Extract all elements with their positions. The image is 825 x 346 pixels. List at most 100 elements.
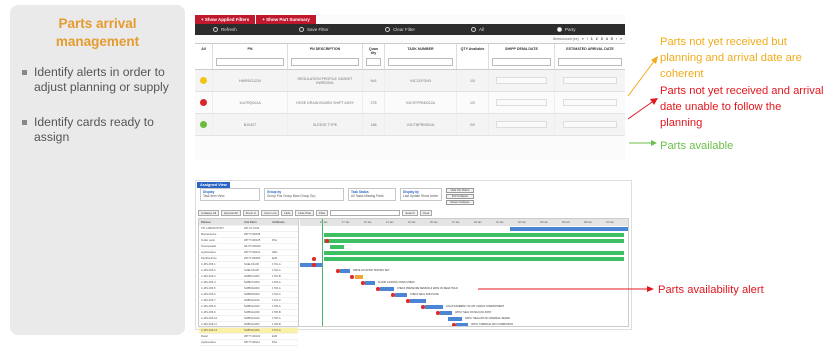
gantt-bar[interactable]: [448, 317, 462, 321]
date-field[interactable]: [562, 99, 618, 106]
date-field[interactable]: [496, 121, 547, 128]
alert-dot-icon[interactable]: [391, 293, 395, 297]
gantt-bar[interactable]: [510, 227, 628, 231]
search-button[interactable]: Search: [402, 210, 418, 216]
table-row[interactable]: 1147RQ001A HOSE DRAIN BOARD SHIPT ASSY 2…: [195, 92, 625, 114]
tab-show-part-summary[interactable]: + Show Part Summary: [256, 15, 316, 24]
option-group-display-by[interactable]: Display by Last Update Show Arrive: [400, 188, 442, 201]
option-group-display[interactable]: Display Task Item View: [200, 188, 260, 201]
pager-prev-button[interactable]: ‹: [587, 37, 588, 41]
column-header-pn[interactable]: PN: [213, 44, 288, 69]
clear-filter-button[interactable]: Clear Filter: [367, 27, 453, 32]
pager-next-button[interactable]: ›: [616, 37, 617, 41]
gantt-bar[interactable]: [395, 293, 407, 297]
cell-quantity: 278: [363, 92, 385, 113]
alert-dot-icon[interactable]: [361, 281, 365, 285]
gantt-bar[interactable]: [340, 269, 350, 273]
timeline-header: 15 Jan 17 Jan 19 Jan 21 Jan 23 Jan 25 Jan 27 J…: [300, 219, 628, 226]
zoom-out-button[interactable]: Zoom out: [261, 210, 280, 216]
option-group-task-status[interactable]: Task Status All Tasks Missing Parts: [348, 188, 396, 201]
table-body: HWRDO1234 REGULATION PROFILE GASKET HWRD…: [195, 70, 625, 136]
collapse-all-button[interactable]: Collapse All: [198, 210, 220, 216]
column-header-quantity[interactable]: Quan tity: [363, 44, 385, 69]
orange-arrow: [627, 59, 656, 97]
column-header-qty-available[interactable]: QTY Available: [457, 44, 489, 69]
alert-dot-icon[interactable]: [350, 275, 354, 279]
pager-page-5[interactable]: 5: [611, 37, 613, 41]
date-field[interactable]: [496, 99, 547, 106]
alert-dot-icon[interactable]: [436, 311, 440, 315]
ship-date-filter-input[interactable]: [492, 58, 551, 66]
radio-party[interactable]: Party: [539, 27, 625, 32]
pager-page-4[interactable]: 4: [606, 37, 608, 41]
pager-last-button[interactable]: »: [620, 37, 622, 41]
cell-available: 1/0: [457, 92, 489, 113]
cell-task: V4C9TPRN0012A: [385, 92, 457, 113]
search-input[interactable]: [330, 210, 401, 216]
gantt-bar[interactable]: [330, 245, 344, 249]
column-header-all[interactable]: All: [195, 44, 213, 69]
pager-page-3[interactable]: 3: [601, 37, 603, 41]
hide-filters-button[interactable]: Hide the Filters: [446, 188, 474, 193]
pn-filter-input[interactable]: [216, 58, 284, 66]
column-header-task-number[interactable]: TASK NUMBER: [385, 44, 457, 69]
zoom-in-button[interactable]: Zoom in: [242, 210, 260, 216]
date-field[interactable]: [496, 77, 547, 84]
date-field[interactable]: [562, 77, 618, 84]
gantt-bar[interactable]: [425, 305, 443, 309]
pager-first-button[interactable]: «: [582, 37, 584, 41]
today-line: [322, 219, 323, 326]
arrival-date-filter-input[interactable]: [558, 58, 622, 66]
clear-button[interactable]: Clear: [419, 210, 433, 216]
column-header-arrival-date[interactable]: ESTIMATED ARRIVAL DATE: [555, 44, 625, 69]
description-filter-input[interactable]: [291, 58, 359, 66]
alert-dot-icon[interactable]: [376, 287, 380, 291]
gantt-task-row[interactable]: Hydrostatics WP77100111 RSL: [199, 340, 298, 346]
cell-description: SLEEVE TYPE: [288, 114, 363, 135]
gantt-bar[interactable]: [410, 299, 426, 303]
save-filter-button[interactable]: Save Filter: [281, 27, 367, 32]
gantt-bar[interactable]: [365, 281, 375, 285]
gantt-bar[interactable]: [324, 257, 624, 261]
gantt-bar-label: FLOOR LOADING CHAIN CHECK: [378, 281, 415, 285]
task-filter-input[interactable]: [388, 58, 453, 66]
date-field[interactable]: [562, 121, 618, 128]
gantt-bar[interactable]: [324, 233, 624, 237]
table-row[interactable]: HWRDO1234 REGULATION PROFILE GASKET HWRD…: [195, 70, 625, 92]
gantt-bar[interactable]: [355, 275, 363, 279]
gantt-bar[interactable]: [324, 251, 624, 255]
alert-dot-icon[interactable]: [421, 305, 425, 309]
refresh-button[interactable]: Refresh: [195, 27, 281, 32]
column-header-ship-date[interactable]: SHIPP DEMA DATE: [489, 44, 555, 69]
hide-past-button[interactable]: Hide Past: [295, 210, 314, 216]
gantt-bar[interactable]: [380, 287, 394, 291]
alert-dot-icon[interactable]: [406, 299, 410, 303]
pager-page-2[interactable]: 2: [596, 37, 598, 41]
option-group-group-by[interactable]: Group by Group Pos Group Bars Group Grp: [264, 188, 344, 201]
quantity-filter-input[interactable]: [366, 58, 381, 66]
alert-dot-icon[interactable]: [336, 269, 340, 273]
timeline-label: 23 Jan: [408, 221, 416, 224]
expand-all-button[interactable]: Expand All: [221, 210, 241, 216]
alert-dot-icon[interactable]: [325, 239, 329, 243]
full-collapse-button[interactable]: Full Collapse: [446, 194, 474, 199]
tab-show-filters[interactable]: + Show Applied Filters: [195, 15, 256, 24]
gantt-bar[interactable]: [456, 323, 468, 326]
column-header-description[interactable]: PN DESCRIPTION: [288, 44, 363, 69]
gantt-bar[interactable]: [300, 263, 322, 267]
hide-button[interactable]: Hide: [281, 210, 294, 216]
refresh-icon: [213, 27, 218, 32]
bullet-text: Identify alerts in order to adjust plann…: [34, 65, 169, 94]
pager-page-1[interactable]: 1: [591, 37, 593, 41]
alert-dot-icon[interactable]: [312, 257, 316, 261]
alert-dot-icon[interactable]: [452, 323, 456, 326]
gantt-bar[interactable]: [324, 239, 624, 243]
timeline-label: 31 Jan: [496, 221, 504, 224]
gantt-bar[interactable]: [440, 311, 452, 315]
status-light-icon: [200, 77, 207, 84]
alert-dot-icon[interactable]: [312, 263, 316, 267]
radio-all[interactable]: All: [453, 27, 539, 32]
filter-button[interactable]: Filter: [315, 210, 329, 216]
reset-collapse-button[interactable]: Reset Collapse: [446, 200, 474, 205]
table-row[interactable]: B10427 SLEEVE TYPE 188 V4CTNPRN001A 0/0: [195, 114, 625, 136]
